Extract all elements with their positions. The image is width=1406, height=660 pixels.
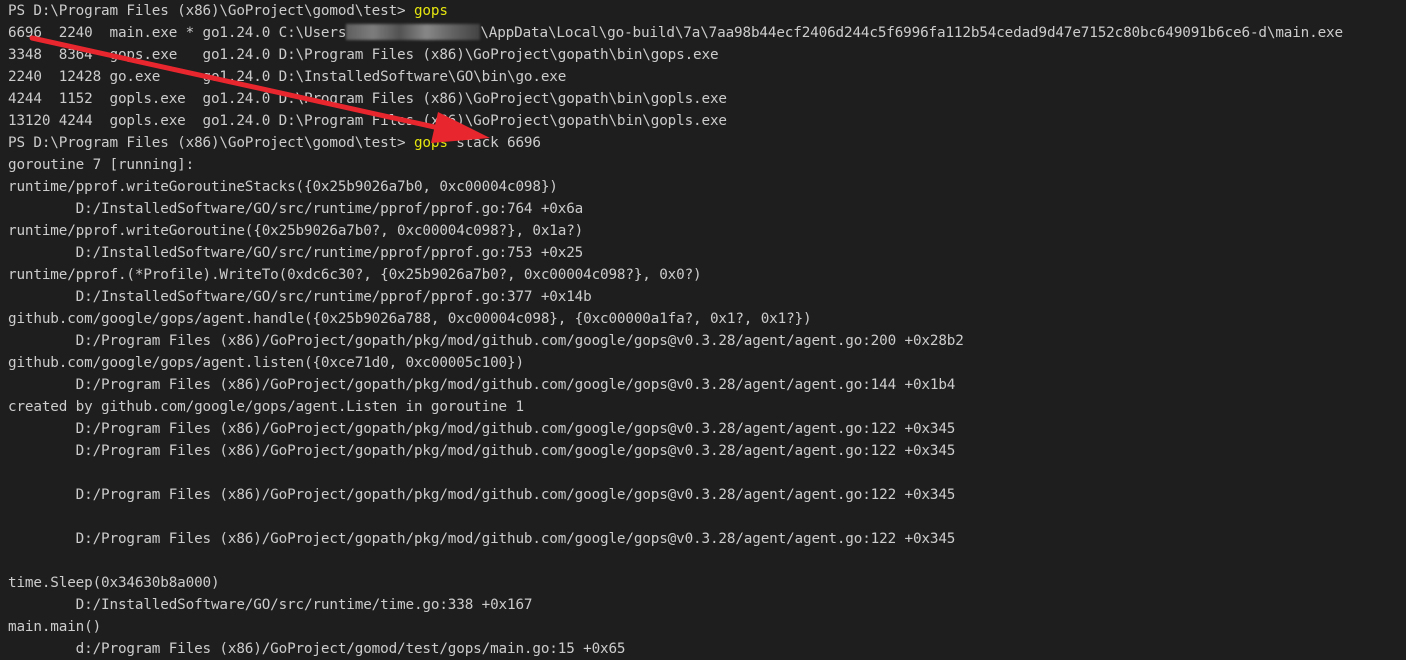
output-line: runtime/pprof.(*Profile).WriteTo(0xdc6c3… <box>8 264 1406 286</box>
output-text: 13120 4244 gopls.exe go1.24.0 D:\Program… <box>8 113 727 129</box>
output-line: D:/InstalledSoftware/GO/src/runtime/ppro… <box>8 242 1406 264</box>
output-text: runtime/pprof.writeGoroutine({0x25b9026a… <box>8 223 584 239</box>
output-line: 3348 8364 gops.exe go1.24.0 D:\Program F… <box>8 44 1406 66</box>
output-text: D:/Program Files (x86)/GoProject/gopath/… <box>8 377 956 393</box>
command-args: stack 6696 <box>447 135 541 151</box>
output-line: 4244 1152 gopls.exe go1.24.0 D:\Program … <box>8 88 1406 110</box>
prompt-text: PS D:\Program Files (x86)\GoProject\gomo… <box>8 135 414 151</box>
output-line: D:/InstalledSoftware/GO/src/runtime/time… <box>8 594 1406 616</box>
prompt-line: PS D:\Program Files (x86)\GoProject\gomo… <box>8 132 1406 154</box>
output-line: 2240 12428 go.exe go1.24.0 D:\InstalledS… <box>8 66 1406 88</box>
command-name: gops <box>413 135 448 151</box>
terminal-window[interactable]: PS D:\Program Files (x86)\GoProject\gomo… <box>0 0 1406 660</box>
output-text: D:/InstalledSoftware/GO/src/runtime/time… <box>8 597 533 613</box>
output-text: D:/InstalledSoftware/GO/src/runtime/ppro… <box>8 201 584 217</box>
output-text: github.com/google/gops/agent.handle({0x2… <box>8 311 812 327</box>
output-line: 6696 2240 main.exe * go1.24.0 C:\Users \A… <box>8 22 1406 44</box>
output-text: \AppData\Local\go-build\7a\7aa98b44ecf24… <box>480 25 1343 41</box>
output-line: github.com/google/gops/agent.listen({0xc… <box>8 352 1406 374</box>
output-text: d:/Program Files (x86)/GoProject/gomod/t… <box>8 641 626 657</box>
output-text: created by github.com/google/gops/agent.… <box>8 399 524 415</box>
output-text: 6696 2240 main.exe * go1.24.0 C:\Users <box>8 25 347 41</box>
output-line: D:/Program Files (x86)/GoProject/gopath/… <box>8 528 1406 550</box>
terminal-output: PS D:\Program Files (x86)\GoProject\gomo… <box>8 0 1406 660</box>
output-line: D:/InstalledSoftware/GO/src/runtime/ppro… <box>8 286 1406 308</box>
output-line: D:/Program Files (x86)/GoProject/gopath/… <box>8 374 1406 396</box>
output-text: main.main() <box>8 619 102 635</box>
output-line: D:/InstalledSoftware/GO/src/runtime/ppro… <box>8 198 1406 220</box>
output-line: 13120 4244 gopls.exe go1.24.0 D:\Program… <box>8 110 1406 132</box>
output-line: D:/Program Files (x86)/GoProject/gopath/… <box>8 484 1406 506</box>
output-text: runtime/pprof.writeGoroutineStacks({0x25… <box>8 179 558 195</box>
output-line: D:/Program Files (x86)/GoProject/gopath/… <box>8 330 1406 352</box>
output-line: d:/Program Files (x86)/GoProject/gomod/t… <box>8 638 1406 660</box>
output-text: D:/InstalledSoftware/GO/src/runtime/ppro… <box>8 289 592 305</box>
output-text: 4244 1152 gopls.exe go1.24.0 D:\Program … <box>8 91 727 107</box>
output-text: 3348 8364 gops.exe go1.24.0 D:\Program F… <box>8 47 719 63</box>
output-text: D:/Program Files (x86)/GoProject/gopath/… <box>8 443 956 459</box>
command-name: gops <box>413 3 448 19</box>
output-text: D:/Program Files (x86)/GoProject/gopath/… <box>8 421 956 437</box>
output-text: D:/Program Files (x86)/GoProject/gopath/… <box>8 531 956 547</box>
output-line: time.Sleep(0x34630b8a000) <box>8 572 1406 594</box>
output-line: github.com/google/gops/agent.handle({0x2… <box>8 308 1406 330</box>
prompt-line: PS D:\Program Files (x86)\GoProject\gomo… <box>8 0 1406 22</box>
redacted-username <box>346 24 481 40</box>
output-line: goroutine 7 [running]: <box>8 154 1406 176</box>
output-text: D:/Program Files (x86)/GoProject/gopath/… <box>8 333 964 349</box>
output-line: D:/Program Files (x86)/GoProject/gopath/… <box>8 418 1406 440</box>
output-line: created by github.com/google/gops/agent.… <box>8 396 1406 418</box>
output-line: D:/Program Files (x86)/GoProject/gopath/… <box>8 440 1406 462</box>
output-text: runtime/pprof.(*Profile).WriteTo(0xdc6c3… <box>8 267 702 283</box>
output-text: time.Sleep(0x34630b8a000) <box>8 575 220 591</box>
output-line: runtime/pprof.writeGoroutine({0x25b9026a… <box>8 220 1406 242</box>
output-line: runtime/pprof.writeGoroutineStacks({0x25… <box>8 176 1406 198</box>
output-text: github.com/google/gops/agent.listen({0xc… <box>8 355 524 371</box>
output-line: main.main() <box>8 616 1406 638</box>
output-text: 2240 12428 go.exe go1.24.0 D:\InstalledS… <box>8 69 567 85</box>
prompt-text: PS D:\Program Files (x86)\GoProject\gomo… <box>8 3 414 19</box>
output-text: goroutine 7 [running]: <box>8 157 195 173</box>
output-text: D:/InstalledSoftware/GO/src/runtime/ppro… <box>8 245 584 261</box>
output-text: D:/Program Files (x86)/GoProject/gopath/… <box>8 487 956 503</box>
